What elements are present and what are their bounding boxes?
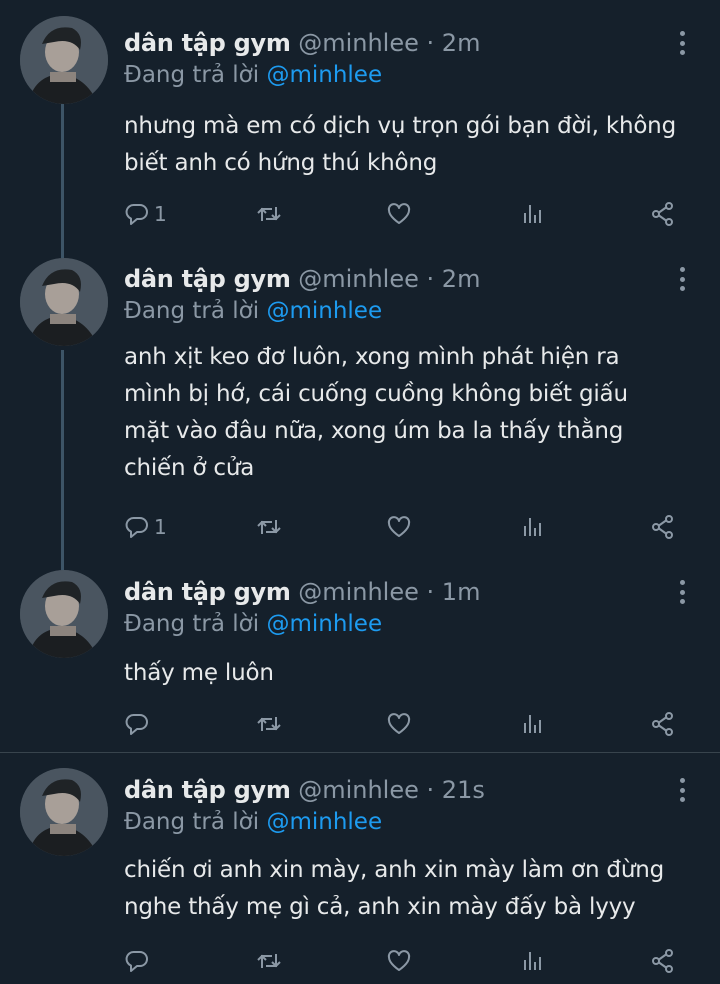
retweet-button[interactable] — [256, 199, 282, 229]
share-button[interactable] — [650, 199, 676, 229]
reply-icon — [125, 714, 148, 735]
replying-to-label: Đang trả lời — [124, 298, 260, 324]
user-handle[interactable]: @minhlee — [298, 578, 419, 606]
replying-to-handle[interactable]: @minhlee — [266, 611, 382, 637]
retweet-icon — [257, 717, 281, 731]
reply-icon — [125, 517, 148, 538]
more-vertical-icon[interactable] — [672, 265, 692, 293]
user-handle[interactable]: @minhlee — [298, 776, 419, 804]
views-button[interactable] — [520, 199, 546, 229]
more-vertical-icon[interactable] — [672, 29, 692, 57]
reply-button[interactable] — [124, 946, 154, 976]
like-button[interactable] — [386, 946, 412, 976]
timestamp[interactable]: 2m — [442, 29, 481, 57]
timestamp[interactable]: 21s — [442, 776, 485, 804]
tweet-actions — [0, 709, 720, 739]
views-button[interactable] — [520, 709, 546, 739]
retweet-icon — [257, 954, 281, 968]
user-handle[interactable]: @minhlee — [298, 29, 419, 57]
share-icon — [652, 712, 673, 736]
tweet[interactable]: dân tập gym @minhlee · 2m Đang trả lời @… — [0, 250, 720, 560]
tweet-actions — [0, 946, 720, 976]
replying-to: Đang trả lời @minhlee — [124, 609, 382, 639]
share-button[interactable] — [650, 512, 676, 542]
more-vertical-icon[interactable] — [672, 776, 692, 804]
display-name[interactable]: dân tập gym — [124, 776, 291, 804]
replying-to-handle[interactable]: @minhlee — [266, 298, 382, 324]
separator-dot: · — [426, 29, 435, 57]
reply-button[interactable]: 1 — [124, 199, 167, 229]
reply-count: 1 — [154, 202, 167, 226]
share-icon — [652, 949, 673, 973]
tweet[interactable]: dân tập gym @minhlee · 1m Đang trả lời @… — [0, 560, 720, 752]
share-icon — [652, 515, 673, 539]
display-name[interactable]: dân tập gym — [124, 29, 291, 57]
tweet-text: chiến ơi anh xin mày, anh xin mày làm ơn… — [124, 857, 664, 920]
analytics-icon — [524, 205, 541, 223]
like-button[interactable] — [386, 709, 412, 739]
separator-dot: · — [426, 776, 435, 804]
retweet-button[interactable] — [256, 512, 282, 542]
replying-to-label: Đang trả lời — [124, 62, 260, 88]
user-handle[interactable]: @minhlee — [298, 265, 419, 293]
views-button[interactable] — [520, 946, 546, 976]
reply-icon — [125, 204, 148, 225]
avatar[interactable] — [20, 16, 108, 104]
display-name[interactable]: dân tập gym — [124, 265, 291, 293]
replying-to-handle[interactable]: @minhlee — [266, 62, 382, 88]
replying-to-handle[interactable]: @minhlee — [266, 809, 382, 835]
replying-to-label: Đang trả lời — [124, 611, 260, 637]
reply-button[interactable]: 1 — [124, 512, 167, 542]
heart-icon — [387, 516, 411, 537]
tweet-text: thấy mẹ luôn — [124, 660, 274, 686]
tweet[interactable]: dân tập gym @minhlee · 21s Đang trả lời … — [0, 753, 720, 984]
share-button[interactable] — [650, 946, 676, 976]
retweet-button[interactable] — [256, 709, 282, 739]
replying-to: Đang trả lời @minhlee — [124, 807, 382, 837]
tweet-header: dân tập gym @minhlee · 1m — [124, 577, 480, 607]
avatar[interactable] — [20, 768, 108, 856]
tweet-header: dân tập gym @minhlee · 21s — [124, 775, 485, 805]
more-vertical-icon[interactable] — [672, 578, 692, 606]
tweet-text: nhưng mà em có dịch vụ trọn gói bạn đời,… — [124, 113, 676, 176]
analytics-icon — [524, 715, 541, 733]
reply-icon — [125, 951, 148, 972]
analytics-icon — [524, 952, 541, 970]
avatar[interactable] — [20, 570, 108, 658]
replying-to: Đang trả lời @minhlee — [124, 60, 382, 90]
tweet-text: anh xịt keo đơ luôn, xong mình phát hiện… — [124, 344, 628, 481]
separator-dot: · — [426, 578, 435, 606]
retweet-icon — [257, 207, 281, 221]
separator-dot: · — [426, 265, 435, 293]
views-button[interactable] — [520, 512, 546, 542]
analytics-icon — [524, 518, 541, 536]
share-button[interactable] — [650, 709, 676, 739]
tweet-thread: dân tập gym @minhlee · 2m Đang trả lời @… — [0, 0, 720, 984]
tweet-header: dân tập gym @minhlee · 2m — [124, 264, 480, 294]
like-button[interactable] — [386, 512, 412, 542]
tweet-actions: 1 — [0, 199, 720, 229]
tweet[interactable]: dân tập gym @minhlee · 2m Đang trả lời @… — [0, 0, 720, 250]
reply-count: 1 — [154, 515, 167, 539]
replying-to: Đang trả lời @minhlee — [124, 296, 382, 326]
tweet-header: dân tập gym @minhlee · 2m — [124, 28, 480, 58]
heart-icon — [387, 713, 411, 734]
tweet-actions: 1 — [0, 512, 720, 542]
timestamp[interactable]: 2m — [442, 265, 481, 293]
reply-button[interactable] — [124, 709, 154, 739]
avatar[interactable] — [20, 258, 108, 346]
heart-icon — [387, 950, 411, 971]
timestamp[interactable]: 1m — [442, 578, 481, 606]
retweet-button[interactable] — [256, 946, 282, 976]
share-icon — [652, 202, 673, 226]
like-button[interactable] — [386, 199, 412, 229]
retweet-icon — [257, 520, 281, 534]
display-name[interactable]: dân tập gym — [124, 578, 291, 606]
replying-to-label: Đang trả lời — [124, 809, 260, 835]
heart-icon — [387, 203, 411, 224]
